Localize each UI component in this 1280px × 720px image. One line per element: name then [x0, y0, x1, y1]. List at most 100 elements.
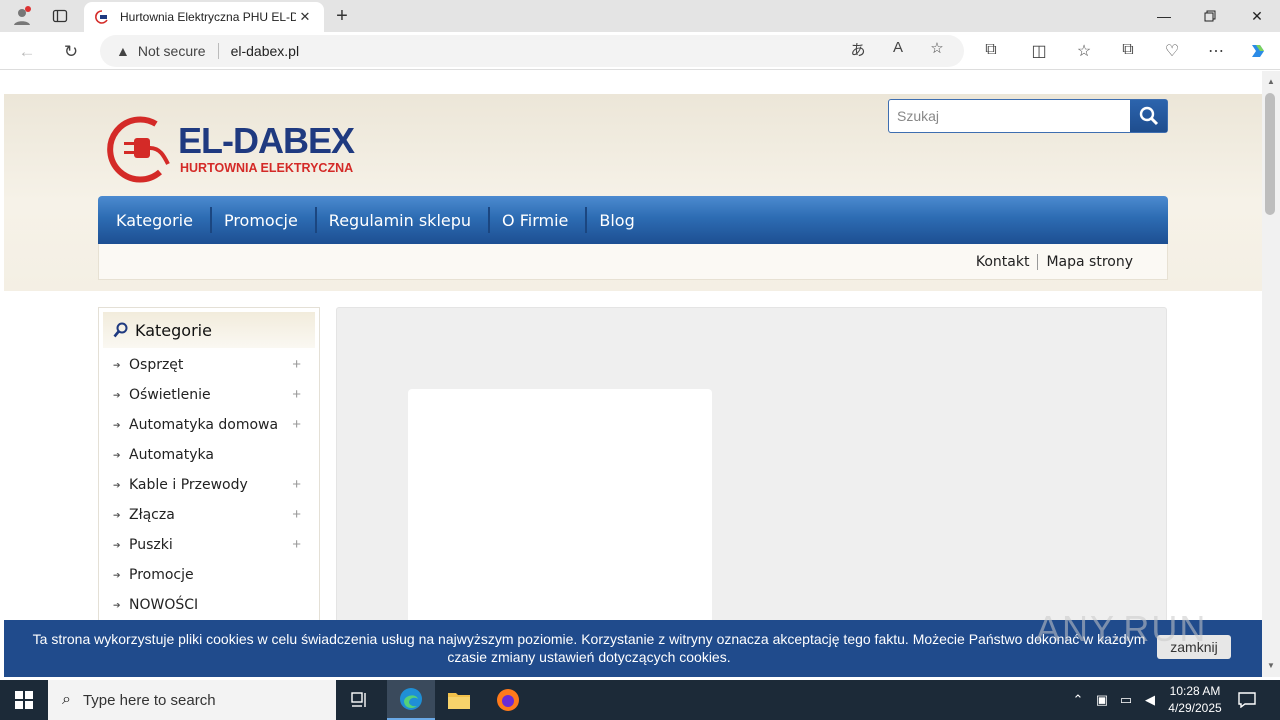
expand-plus-icon[interactable]: + — [292, 476, 301, 493]
warning-icon[interactable]: ▲ — [116, 43, 130, 59]
back-icon[interactable]: ← — [14, 39, 40, 65]
tab-title: Hurtownia Elektryczna PHU EL-D — [120, 10, 296, 24]
scroll-up-icon[interactable]: ▲ — [1262, 73, 1280, 89]
network-icon[interactable]: ▭ — [1116, 680, 1136, 720]
browser-essentials-icon[interactable]: ♡ — [1161, 41, 1183, 61]
clock-time: 10:28 AM — [1169, 684, 1221, 698]
site-logo[interactable]: EL-DABEX HURTOWNIA ELEKTRYCZNA — [102, 112, 362, 184]
category-item[interactable]: ➔ Automatyka domowa + — [99, 410, 319, 440]
more-menu-icon[interactable]: ⋯ — [1205, 41, 1227, 61]
category-item[interactable]: ➔ Puszki + — [99, 530, 319, 560]
sitemap-link[interactable]: Mapa strony — [1046, 254, 1133, 270]
search-input[interactable] — [889, 100, 1130, 132]
page-scrollbar[interactable]: ▲ ▼ — [1262, 71, 1280, 677]
volume-icon[interactable]: ◀ — [1140, 680, 1160, 720]
file-explorer-icon[interactable] — [435, 680, 483, 720]
category-label: Oświetlenie — [129, 387, 211, 403]
cookie-text: Ta strona wykorzystuje pliki cookies w c… — [32, 631, 1146, 665]
category-list: ➔ Osprzęt + ➔ Oświetlenie + ➔ Automatyka domo… — [99, 350, 319, 620]
main-navigation: Kategorie Promocje Regulamin sklepu O Fi… — [98, 196, 1168, 244]
arrow-icon: ➔ — [113, 419, 121, 430]
category-label: Automatyka — [129, 447, 214, 463]
security-label[interactable]: Not secure — [138, 43, 206, 59]
kontakt-link[interactable]: Kontakt — [976, 254, 1030, 270]
arrow-icon: ➔ — [113, 599, 121, 610]
search-button[interactable] — [1130, 100, 1167, 132]
taskbar-search[interactable]: ⌕ Type here to search — [48, 680, 336, 720]
favorites-icon[interactable]: ☆ — [1073, 41, 1095, 61]
favorite-star-icon[interactable]: ☆ — [926, 39, 948, 57]
omnibox[interactable]: ▲ Not secure el-dabex.pl — [100, 35, 964, 67]
tab-actions-icon[interactable] — [48, 4, 72, 28]
expand-plus-icon[interactable]: + — [292, 506, 301, 523]
close-tab-icon[interactable]: ✕ — [296, 9, 314, 25]
category-label: Złącza — [129, 507, 175, 523]
active-tab[interactable]: Hurtownia Elektryczna PHU EL-D ✕ — [84, 2, 324, 32]
extensions-icon[interactable]: ⧉ — [980, 41, 1002, 59]
link-divider — [1037, 253, 1039, 270]
category-label: Promocje — [129, 567, 194, 583]
expand-plus-icon[interactable]: + — [292, 386, 301, 403]
profile-icon[interactable] — [10, 4, 34, 28]
category-item[interactable]: ➔ Automatyka — [99, 440, 319, 470]
tray-chevron-icon[interactable]: ⌃ — [1068, 680, 1088, 720]
notification-icon[interactable] — [1234, 680, 1260, 720]
nav-promocje[interactable]: Promocje — [212, 207, 317, 233]
category-label: Kable i Przewody — [129, 477, 248, 493]
edge-app-icon[interactable] — [387, 680, 435, 720]
system-clock[interactable]: 10:28 AM 4/29/2025 — [1160, 683, 1230, 717]
category-item[interactable]: ➔ Oświetlenie + — [99, 380, 319, 410]
new-tab-icon[interactable]: + — [330, 4, 354, 28]
arrow-icon: ➔ — [113, 449, 121, 460]
minimize-icon[interactable]: — — [1141, 0, 1187, 32]
reload-icon[interactable]: ↻ — [58, 39, 84, 65]
tray-device-icon[interactable]: ▣ — [1092, 680, 1112, 720]
logo-sub-text: HURTOWNIA ELEKTRYCZNA — [180, 161, 354, 175]
firefox-icon[interactable] — [484, 680, 532, 720]
category-item[interactable]: ➔ Promocje — [99, 560, 319, 590]
nav-o-firmie[interactable]: O Firmie — [490, 207, 588, 233]
category-label: Automatyka domowa — [129, 417, 279, 433]
url-text[interactable]: el-dabex.pl — [231, 43, 300, 59]
copilot-icon[interactable] — [1247, 41, 1269, 66]
scroll-thumb[interactable] — [1265, 93, 1275, 215]
collections-icon[interactable]: ⧉ — [1117, 41, 1139, 59]
category-item[interactable]: ➔ NOWOŚCI — [99, 590, 319, 620]
translate-icon[interactable]: あ — [847, 39, 869, 60]
expand-plus-icon[interactable]: + — [292, 536, 301, 553]
category-label: NOWOŚCI — [129, 597, 199, 613]
read-aloud-icon[interactable]: A — [887, 39, 909, 56]
task-view-icon[interactable] — [336, 680, 384, 720]
address-bar-row: ← ↻ ▲ Not secure el-dabex.pl あ A ☆ ⧉ ◫ ☆… — [0, 32, 1280, 70]
arrow-icon: ➔ — [113, 509, 121, 520]
expand-plus-icon[interactable]: + — [292, 356, 301, 373]
start-button[interactable] — [0, 680, 48, 720]
close-window-icon[interactable]: ✕ — [1234, 0, 1280, 32]
arrow-icon: ➔ — [113, 359, 121, 370]
omnibox-divider — [217, 43, 219, 59]
category-item[interactable]: ➔ Osprzęt + — [99, 350, 319, 380]
clock-date: 4/29/2025 — [1168, 701, 1222, 715]
restore-icon[interactable] — [1187, 0, 1233, 32]
magnifier-icon — [113, 322, 128, 338]
category-label: Puszki — [129, 537, 173, 553]
logo-main-text: EL-DABEX — [178, 120, 355, 161]
scroll-down-icon[interactable]: ▼ — [1262, 657, 1280, 673]
nav-kategorie[interactable]: Kategorie — [104, 207, 212, 233]
windows-logo-icon — [15, 691, 33, 709]
arrow-icon: ➔ — [113, 479, 121, 490]
nav-blog[interactable]: Blog — [587, 207, 651, 233]
expand-plus-icon[interactable]: + — [292, 416, 301, 433]
arrow-icon: ➔ — [113, 389, 121, 400]
arrow-icon: ➔ — [113, 539, 121, 550]
search-icon — [1139, 106, 1158, 126]
taskbar-search-placeholder: Type here to search — [82, 691, 216, 709]
arrow-icon: ➔ — [113, 569, 121, 580]
category-item[interactable]: ➔ Złącza + — [99, 500, 319, 530]
category-label: Osprzęt — [129, 357, 184, 373]
split-screen-icon[interactable]: ◫ — [1028, 41, 1050, 61]
sidebar-title: Kategorie — [135, 320, 212, 340]
category-item[interactable]: ➔ Kable i Przewody + — [99, 470, 319, 500]
plug-logo-icon — [107, 116, 170, 183]
nav-regulamin[interactable]: Regulamin sklepu — [317, 207, 491, 233]
